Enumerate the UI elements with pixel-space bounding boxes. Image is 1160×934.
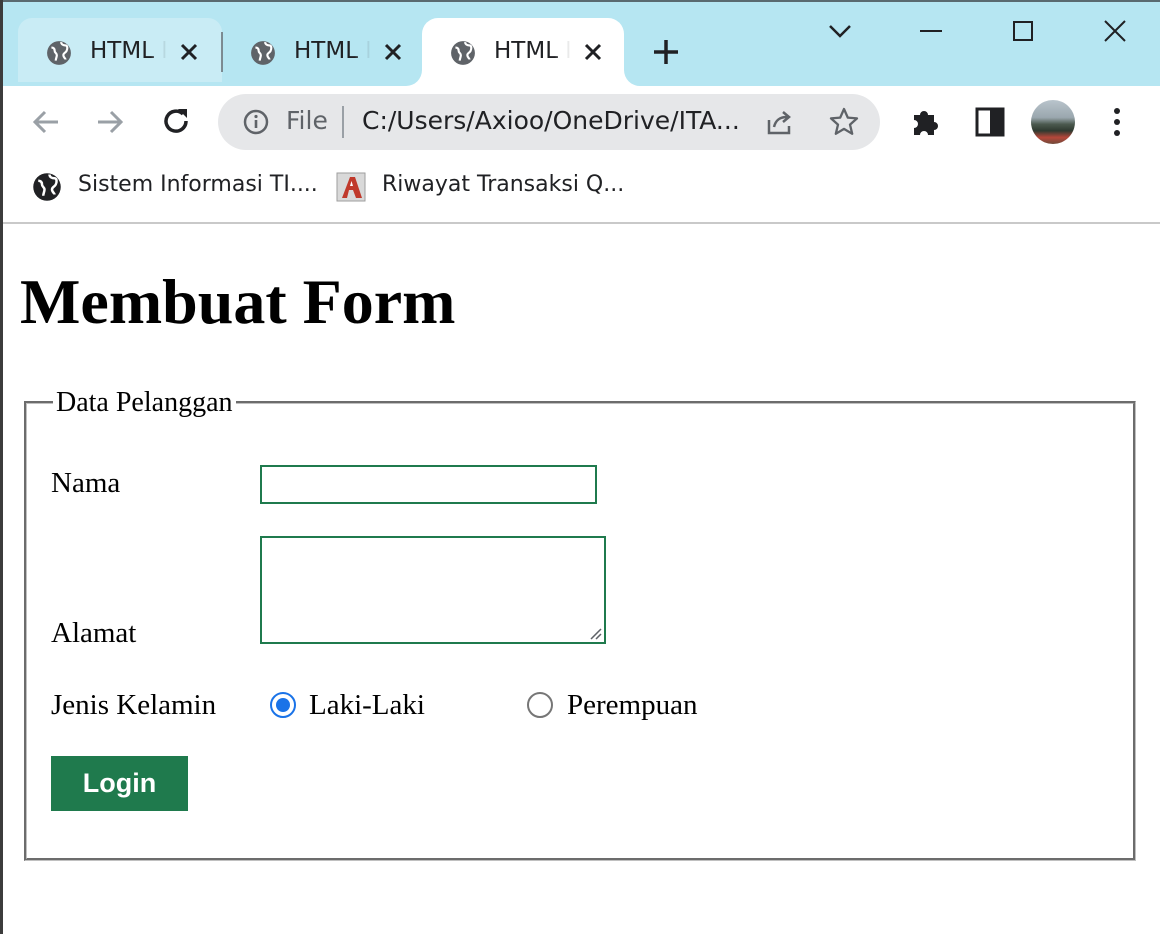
nama-input[interactable]	[260, 465, 597, 504]
profile-avatar[interactable]	[1031, 100, 1075, 144]
tab-title: HTML Latihan	[494, 38, 570, 64]
tab-search-chevron-icon[interactable]	[823, 14, 857, 48]
globe-icon	[32, 172, 62, 202]
address-bar[interactable]: File C:/Users/Axioo/OneDrive/ITA...	[218, 94, 880, 150]
page-content: Membuat Form Data Pelanggan Nama Alamat …	[0, 224, 1160, 934]
fieldset-legend: Data Pelanggan	[53, 386, 236, 420]
browser-window: HTML Latihan HTML Latihan HTML Latihan	[0, 0, 1160, 934]
scheme-chip: File	[286, 106, 328, 135]
globe-icon	[46, 40, 72, 66]
globe-icon	[250, 40, 276, 66]
alamat-textarea[interactable]	[260, 536, 606, 644]
new-tab-plus-icon[interactable]	[650, 36, 682, 68]
more-menu-icon[interactable]	[1100, 104, 1136, 140]
reload-icon[interactable]	[158, 104, 194, 140]
window-border-top	[0, 0, 1160, 2]
close-tab-icon[interactable]	[580, 39, 606, 65]
extensions-puzzle-icon[interactable]	[908, 104, 944, 140]
perempuan-label: Perempuan	[567, 689, 698, 721]
bookmark-label: Riwayat Transaksi Q...	[382, 172, 625, 197]
tab-strip: HTML Latihan HTML Latihan HTML Latihan	[0, 0, 1160, 86]
customer-data-fieldset: Data Pelanggan Nama Alamat Jenis Kelamin…	[24, 386, 1136, 861]
tab-1[interactable]: HTML Latihan	[18, 18, 222, 82]
site-logo-icon	[336, 172, 366, 202]
back-arrow-icon[interactable]	[28, 104, 64, 140]
alamat-label: Alamat	[51, 617, 137, 649]
tab-3-active[interactable]: HTML Latihan	[422, 18, 624, 86]
laki-laki-label: Laki-Laki	[309, 689, 425, 721]
info-icon[interactable]	[242, 108, 270, 136]
nama-label: Nama	[51, 467, 121, 499]
omnibox-divider	[342, 106, 344, 138]
tab-title: HTML Latihan	[90, 38, 166, 64]
bookmark-label: Sistem Informasi TI....	[78, 172, 318, 197]
page-title: Membuat Form	[20, 266, 456, 337]
close-tab-icon[interactable]	[380, 39, 406, 65]
laki-laki-radio[interactable]	[270, 692, 296, 718]
jenis-kelamin-label: Jenis Kelamin	[51, 689, 217, 721]
login-button[interactable]: Login	[51, 756, 188, 811]
url-text[interactable]: C:/Users/Axioo/OneDrive/ITA...	[362, 106, 740, 135]
tab-title: HTML Latihan	[294, 38, 370, 64]
resize-grip-icon[interactable]	[586, 624, 602, 640]
window-border-left	[0, 0, 3, 934]
maximize-icon[interactable]	[1006, 14, 1040, 48]
bookmarks-bar: Sistem Informasi TI.... Riwayat Transaks…	[0, 158, 1160, 224]
perempuan-radio[interactable]	[527, 692, 553, 718]
share-icon[interactable]	[764, 106, 796, 138]
globe-icon	[450, 40, 476, 66]
side-panel-icon[interactable]	[972, 104, 1008, 140]
close-window-icon[interactable]	[1098, 14, 1132, 48]
browser-toolbar: File C:/Users/Axioo/OneDrive/ITA...	[0, 86, 1160, 158]
tab-2[interactable]: HTML Latihan	[222, 18, 420, 86]
bookmark-star-icon[interactable]	[828, 106, 860, 138]
minimize-icon[interactable]	[914, 14, 948, 48]
close-tab-icon[interactable]	[176, 39, 202, 65]
forward-arrow-icon[interactable]	[92, 104, 128, 140]
